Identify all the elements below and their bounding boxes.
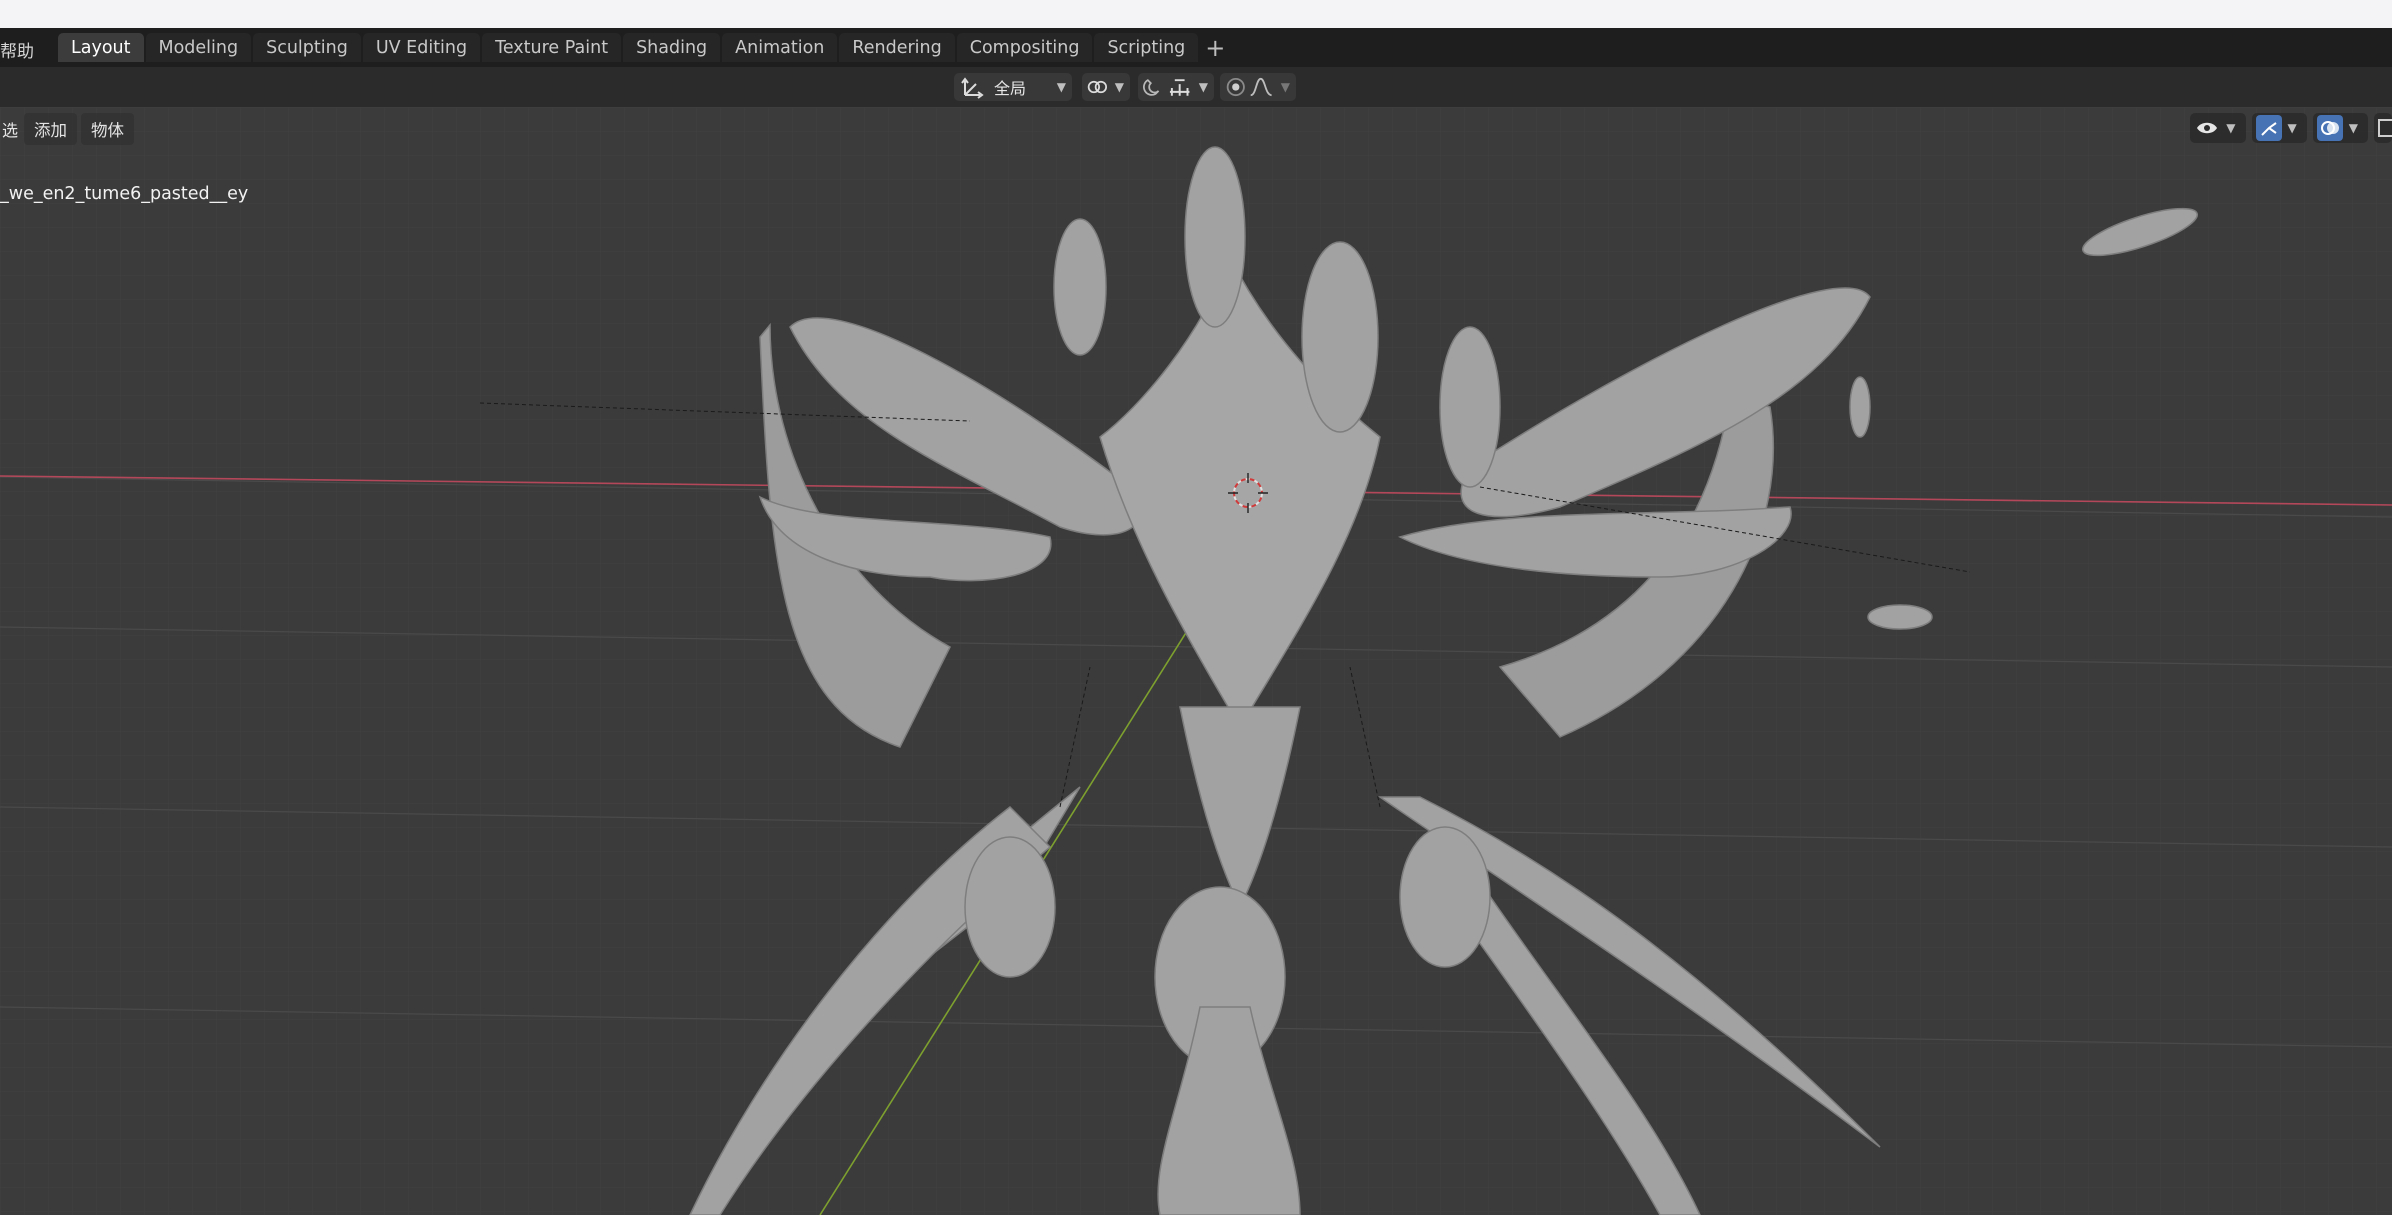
tab-uv-editing[interactable]: UV Editing bbox=[362, 33, 481, 62]
snap-group[interactable]: ▼ bbox=[1138, 73, 1214, 101]
chevron-down-icon: ▼ bbox=[1198, 80, 1208, 94]
falloff-curve-icon[interactable] bbox=[1248, 74, 1275, 100]
xray-toggle[interactable] bbox=[2374, 113, 2392, 143]
gizmo-icon[interactable] bbox=[2255, 115, 2282, 141]
chevron-down-icon: ▼ bbox=[1114, 80, 1124, 94]
3d-viewport[interactable]: 选 添加 物体 _we_en2_tume6_pasted__ey ▼ ▼ ▼ bbox=[0, 107, 2392, 1215]
select-menu-fragment[interactable]: 选 bbox=[0, 113, 20, 145]
tab-animation[interactable]: Animation bbox=[722, 33, 838, 62]
workspace-topbar: 帮助 Layout Modeling Sculpting UV Editing … bbox=[0, 28, 2392, 67]
overlays-icon[interactable] bbox=[2316, 115, 2343, 141]
transform-orientation-icon bbox=[961, 77, 984, 99]
gizmo-dropdown[interactable]: ▼ bbox=[2251, 113, 2307, 143]
plus-icon[interactable]: + bbox=[1200, 33, 1230, 62]
chevron-down-icon: ▼ bbox=[1056, 80, 1066, 94]
pivot-link-icon bbox=[1087, 80, 1108, 94]
tab-compositing[interactable]: Compositing bbox=[956, 33, 1093, 62]
chevron-down-icon: ▼ bbox=[2348, 121, 2358, 135]
transform-orientation-dropdown[interactable]: 全局 ▼ bbox=[954, 73, 1072, 101]
tab-texture-paint[interactable]: Texture Paint bbox=[482, 33, 622, 62]
xray-icon[interactable] bbox=[2378, 119, 2392, 137]
pivot-dropdown[interactable]: ▼ bbox=[1082, 73, 1130, 101]
add-menu[interactable]: 添加 bbox=[24, 113, 78, 145]
header-toolbar: 全局 ▼ ▼ ▼ ▼ bbox=[0, 67, 2392, 107]
magnet-snap-icon[interactable] bbox=[1142, 74, 1167, 100]
visibility-dropdown[interactable]: ▼ bbox=[2190, 113, 2246, 143]
snap-increment-icon[interactable] bbox=[1167, 74, 1192, 100]
chevron-down-icon: ▼ bbox=[2226, 121, 2236, 135]
tab-sculpting[interactable]: Sculpting bbox=[253, 33, 361, 62]
tab-modeling[interactable]: Modeling bbox=[145, 33, 252, 62]
proportional-edit-icon[interactable] bbox=[1224, 74, 1248, 100]
viewport-canvas[interactable] bbox=[0, 107, 2392, 1215]
chevron-down-icon: ▼ bbox=[2287, 121, 2297, 135]
workspace-tabs: Layout Modeling Sculpting UV Editing Tex… bbox=[58, 33, 1230, 62]
object-menu[interactable]: 物体 bbox=[81, 113, 135, 145]
tab-shading[interactable]: Shading bbox=[623, 33, 721, 62]
window-top-strip bbox=[0, 0, 2392, 28]
viewport-overlay-tools: ▼ ▼ ▼ bbox=[2190, 113, 2392, 143]
help-menu-fragment[interactable]: 帮助 bbox=[0, 37, 34, 62]
overlays-dropdown[interactable]: ▼ bbox=[2312, 113, 2368, 143]
active-object-label: _we_en2_tume6_pasted__ey bbox=[0, 184, 249, 204]
eye-visibility-icon[interactable] bbox=[2194, 115, 2220, 141]
tab-rendering[interactable]: Rendering bbox=[839, 33, 955, 62]
tab-layout[interactable]: Layout bbox=[58, 33, 144, 62]
tab-scripting[interactable]: Scripting bbox=[1094, 33, 1199, 62]
chevron-down-icon: ▼ bbox=[1280, 80, 1290, 94]
transform-orientation-value: 全局 bbox=[994, 79, 1027, 98]
viewport-header-menus: 选 添加 物体 bbox=[0, 113, 135, 145]
proportional-group[interactable]: ▼ bbox=[1220, 73, 1296, 101]
